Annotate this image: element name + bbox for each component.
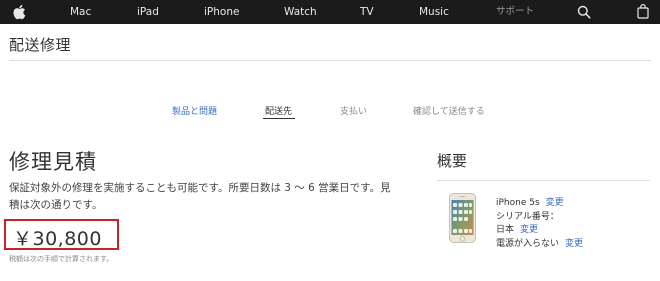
summary-serial-row: シリアル番号： [496,209,559,222]
country-value: 日本 [496,225,515,235]
tax-note: 税額は次の手順で計算されます。 [9,255,114,263]
page-title: 配送修理 [9,36,72,54]
step-shipping-address: 配送先 [265,107,293,117]
step-product-issue[interactable]: 製品と問題 [172,104,217,117]
summary-divider [437,180,650,181]
issue-change-link[interactable]: 変更 [565,239,583,249]
nav-item-music[interactable]: Music [419,0,449,24]
header-divider [9,60,651,61]
step-payment: 支払い [340,107,368,117]
estimate-heading: 修理見積 [9,150,97,174]
summary-country-row: 日本 変更 [496,222,538,235]
nav-item-tv[interactable]: TV [360,0,374,24]
country-change-link[interactable]: 変更 [520,225,538,235]
summary-device-row: iPhone 5s 変更 [496,195,564,208]
issue-value: 電源が入らない [496,239,560,249]
apple-logo-icon[interactable] [12,4,26,20]
nav-item-mac[interactable]: Mac [70,0,91,24]
nav-item-support[interactable]: サポート [496,0,534,24]
summary-heading: 概要 [437,152,468,170]
device-model: iPhone 5s [496,198,540,208]
nav-item-iphone[interactable]: iPhone [204,0,239,24]
nav-item-ipad[interactable]: iPad [137,0,159,24]
estimate-price: ￥30,800 [13,228,102,250]
estimate-description: 保証対象外の修理を実施することも可能です。所要日数は 3 〜 6 営業日です。見… [9,182,391,211]
serial-label: シリアル番号： [496,212,559,222]
device-change-link[interactable]: 変更 [546,198,564,208]
step-confirm-submit: 確認して送信する [413,107,485,117]
nav-item-watch[interactable]: Watch [284,0,317,24]
bag-icon[interactable] [637,4,649,19]
global-nav: Mac iPad iPhone Watch TV Music サポート [0,0,660,24]
current-step-indicator [263,118,295,119]
summary-issue-row: 電源が入らない 変更 [496,236,583,249]
search-icon[interactable] [577,5,591,19]
iphone-device-image [449,193,476,243]
